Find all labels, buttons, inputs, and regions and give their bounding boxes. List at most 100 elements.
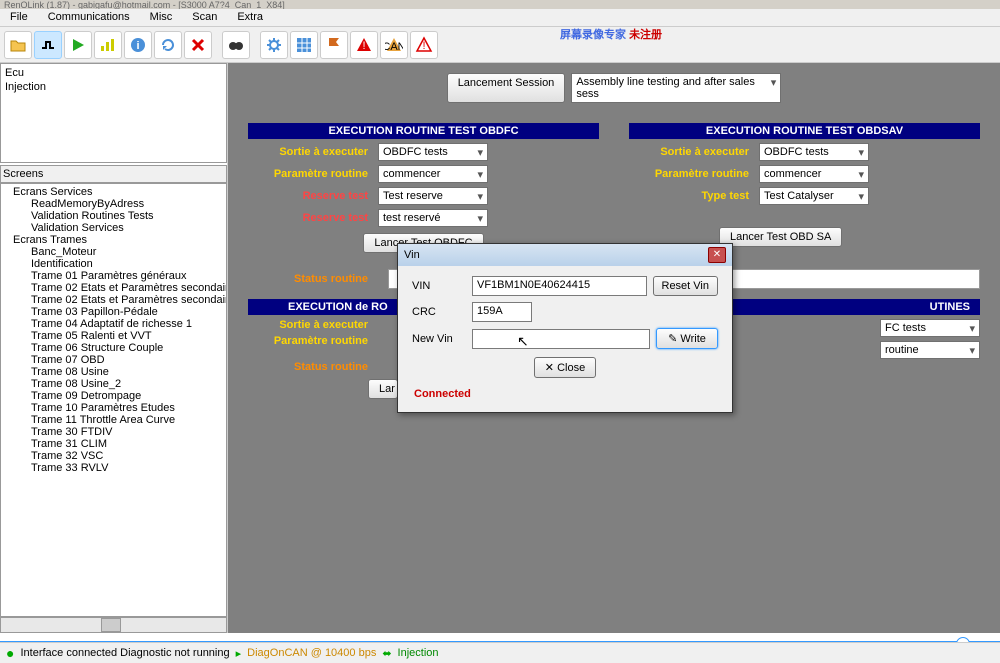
close-icon[interactable]: ✕ — [708, 247, 726, 263]
pencil-icon: ✎ — [668, 333, 677, 345]
tree-item[interactable]: Trame 10 Paramètres Etudes — [3, 402, 224, 414]
tree-item[interactable]: Validation Services — [3, 222, 224, 234]
field-label: Sortie à executer — [248, 319, 378, 331]
svg-text:i: i — [136, 40, 139, 52]
tree-item[interactable]: Trame 30 FTDIV — [3, 426, 224, 438]
routines-select-2[interactable]: routine — [880, 341, 980, 359]
obdfc-reserve1-select[interactable]: Test reserve — [378, 187, 488, 205]
tree-item[interactable]: Trame 03 Papillon-Pédale — [3, 306, 224, 318]
lancer-obdsa-button[interactable]: Lancer Test OBD SA — [719, 227, 842, 247]
ecu-list: Ecu Injection — [0, 63, 227, 163]
newvin-label: New Vin — [412, 333, 472, 345]
menu-misc[interactable]: Misc — [140, 9, 183, 26]
tree-item[interactable]: Trame 02 Etats et Paramètres secondaires — [3, 294, 224, 306]
watermark: 屏幕录像专家 未注册 — [560, 22, 662, 43]
tree-item[interactable]: Trame 31 CLIM — [3, 438, 224, 450]
obdfc-param-select[interactable]: commencer — [378, 165, 488, 183]
obdsav-panel: EXECUTION ROUTINE TEST OBDSAV Sortie à e… — [629, 123, 980, 259]
tree-item[interactable]: Trame 02 Etats et Paramètres secondaires — [3, 282, 224, 294]
dialog-title-text: Vin — [404, 249, 420, 261]
flag-icon[interactable] — [320, 31, 348, 59]
status-text-1: Interface connected Diagnostic not runni… — [20, 647, 229, 659]
delete-icon[interactable] — [184, 31, 212, 59]
watermark-text-2: 未注册 — [629, 29, 662, 41]
obdfc-sortie-select[interactable]: OBDFC tests — [378, 143, 488, 161]
menu-scan[interactable]: Scan — [182, 9, 227, 26]
field-label: Sortie à executer — [248, 146, 378, 158]
crc-value: 159A — [472, 302, 532, 322]
tree-item[interactable]: Banc_Moteur — [3, 246, 224, 258]
tree-item[interactable]: Trame 09 Detrompage — [3, 390, 224, 402]
field-label: Reserve test — [248, 212, 378, 224]
tree-item[interactable]: Validation Routines Tests — [3, 210, 224, 222]
warning-can-icon[interactable]: CAN — [380, 31, 408, 59]
status-bar: ● Interface connected Diagnostic not run… — [0, 642, 1000, 663]
menu-bar: File Communications Misc Scan Extra — [0, 9, 1000, 27]
dialog-titlebar[interactable]: Vin ✕ — [398, 244, 732, 266]
tree-item[interactable]: Identification — [3, 258, 224, 270]
play-icon[interactable] — [64, 31, 92, 59]
reset-vin-button[interactable]: Reset Vin — [653, 276, 719, 296]
warning-icon-2[interactable]: ! — [410, 31, 438, 59]
field-label: Sortie à executer — [629, 146, 759, 158]
tree-item[interactable]: Trame 05 Ralenti et VVT — [3, 330, 224, 342]
tree-item[interactable]: Trame 01 Paramètres généraux — [3, 270, 224, 282]
chart-icon[interactable] — [94, 31, 122, 59]
obdsav-sortie-select[interactable]: OBDFC tests — [759, 143, 869, 161]
newvin-input[interactable] — [472, 329, 650, 349]
tree-item[interactable]: Trame 08 Usine — [3, 366, 224, 378]
svg-text:CAN: CAN — [385, 41, 403, 53]
tree-group[interactable]: Ecrans Trames — [3, 234, 224, 246]
tree-item[interactable]: Trame 32 VSC — [3, 450, 224, 462]
menu-communications[interactable]: Communications — [38, 9, 140, 26]
write-button[interactable]: ✎ Write — [656, 328, 718, 349]
menu-extra[interactable]: Extra — [227, 9, 273, 26]
session-select[interactable]: Assembly line testing and after sales se… — [571, 73, 781, 103]
tree-group[interactable]: Ecrans Services — [3, 186, 224, 198]
info-icon[interactable]: i — [124, 31, 152, 59]
lancer-partial-button[interactable]: Lar — [368, 379, 398, 399]
status-dot-icon: ● — [6, 645, 14, 661]
refresh-icon[interactable] — [154, 31, 182, 59]
tree-view[interactable]: Ecrans Services ReadMemoryByAdress Valid… — [0, 183, 227, 617]
left-panel: Ecu Injection Screens Ecrans Services Re… — [0, 63, 228, 633]
tree-item[interactable]: ReadMemoryByAdress — [3, 198, 224, 210]
obdsav-type-select[interactable]: Test Catalyser — [759, 187, 869, 205]
obdsav-param-select[interactable]: commencer — [759, 165, 869, 183]
tree-item[interactable]: Trame 11 Throttle Area Curve — [3, 414, 224, 426]
vin-value: VF1BM1N0E40624415 — [472, 276, 647, 296]
gear-icon[interactable] — [260, 31, 288, 59]
warning-icon-1[interactable]: ! — [350, 31, 378, 59]
connected-status: Connected — [412, 386, 718, 402]
ecu-item[interactable]: Injection — [3, 80, 224, 94]
open-icon[interactable] — [4, 31, 32, 59]
step-icon[interactable] — [34, 31, 62, 59]
crc-label: CRC — [412, 306, 472, 318]
status-text-3: Injection — [398, 647, 439, 659]
tree-item[interactable]: Trame 08 Usine_2 — [3, 378, 224, 390]
ecu-item[interactable]: Ecu — [3, 66, 224, 80]
obdfc-panel: EXECUTION ROUTINE TEST OBDFC Sortie à ex… — [248, 123, 599, 259]
tree-item[interactable]: Trame 06 Structure Couple — [3, 342, 224, 354]
field-label: Paramètre routine — [248, 335, 378, 347]
obdfc-reserve2-select[interactable]: test reservé — [378, 209, 488, 227]
close-button[interactable]: ✕ Close — [534, 357, 596, 378]
title-bar: RenOLink (1.87) - gabigafu@hotmail.com -… — [0, 0, 1000, 9]
binoculars-icon[interactable] — [222, 31, 250, 59]
arrow-icon: ▸ — [236, 647, 242, 660]
toolbar: i ! CAN ! — [0, 27, 1000, 63]
status-label: Status routine — [248, 273, 378, 285]
grid-icon[interactable] — [290, 31, 318, 59]
menu-file[interactable]: File — [0, 9, 38, 26]
svg-text:!: ! — [362, 40, 365, 52]
tree-item[interactable]: Trame 07 OBD — [3, 354, 224, 366]
watermark-text-1: 屏幕录像专家 — [560, 29, 629, 41]
tree-item[interactable]: Trame 04 Adaptatif de richesse 1 — [3, 318, 224, 330]
launch-session-button[interactable]: Lancement Session — [447, 73, 566, 103]
field-label: Status routine — [248, 361, 378, 373]
svg-text:!: ! — [422, 40, 425, 52]
tree-item[interactable]: Trame 33 RVLV — [3, 462, 224, 474]
horizontal-scrollbar[interactable] — [0, 617, 227, 633]
routines-select-1[interactable]: FC tests — [880, 319, 980, 337]
vin-label: VIN — [412, 280, 472, 292]
